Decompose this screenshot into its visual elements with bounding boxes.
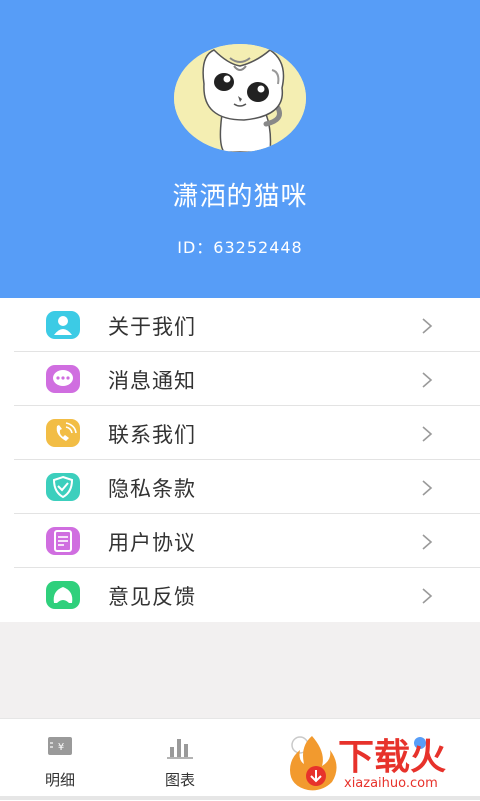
tab-charts[interactable]: 图表 <box>120 719 240 801</box>
bar-chart-icon <box>167 739 193 759</box>
menu-item-notifications[interactable]: 消息通知 <box>0 352 480 406</box>
watermark-brand: 下载火 <box>338 737 447 778</box>
user-icon <box>46 311 80 339</box>
chevron-right-icon <box>422 318 433 334</box>
menu-label: 隐私条款 <box>108 477 196 501</box>
menu-label: 关于我们 <box>108 315 196 339</box>
menu-item-contact-us[interactable]: 联系我们 <box>0 406 480 460</box>
phone-icon <box>46 419 80 447</box>
menu-item-privacy-policy[interactable]: 隐私条款 <box>0 460 480 514</box>
menu-item-user-agreement[interactable]: 用户协议 <box>0 514 480 568</box>
chat-bubble-icon <box>46 365 80 393</box>
menu-label: 消息通知 <box>108 369 196 393</box>
menu-item-about-us[interactable]: 关于我们 <box>0 298 480 352</box>
watermark: 下载火 xiazaihuo.com <box>282 728 480 800</box>
receipt-icon: ¥ <box>48 737 72 755</box>
tab-label: 明细 <box>44 771 75 789</box>
shield-check-icon <box>46 473 80 501</box>
menu-label: 意见反馈 <box>108 585 196 609</box>
chevron-right-icon <box>422 480 433 496</box>
profile-header: 潇洒的猫咪 ID：63252448 <box>0 0 480 298</box>
menu-label: 联系我们 <box>108 423 196 447</box>
settings-menu: 关于我们 消息通知 联系我们 隐私条款 用户协议 意见反馈 <box>0 298 480 622</box>
document-icon <box>46 527 80 555</box>
menu-label: 用户协议 <box>108 531 196 555</box>
cat-avatar[interactable] <box>174 44 306 152</box>
user-id: ID：63252448 <box>177 238 303 257</box>
tab-label: 图表 <box>164 771 195 789</box>
menu-item-feedback[interactable]: 意见反馈 <box>0 568 480 622</box>
chevron-right-icon <box>422 588 433 604</box>
chevron-right-icon <box>422 534 433 550</box>
chevron-right-icon <box>422 426 433 442</box>
svg-text:¥: ¥ <box>58 742 64 753</box>
flame-logo-icon <box>290 736 337 791</box>
watermark-url: xiazaihuo.com <box>344 776 438 791</box>
username: 潇洒的猫咪 <box>172 182 308 212</box>
chevron-right-icon <box>422 372 433 388</box>
feedback-icon <box>46 581 80 609</box>
tab-details[interactable]: ¥ 明细 <box>0 719 120 801</box>
